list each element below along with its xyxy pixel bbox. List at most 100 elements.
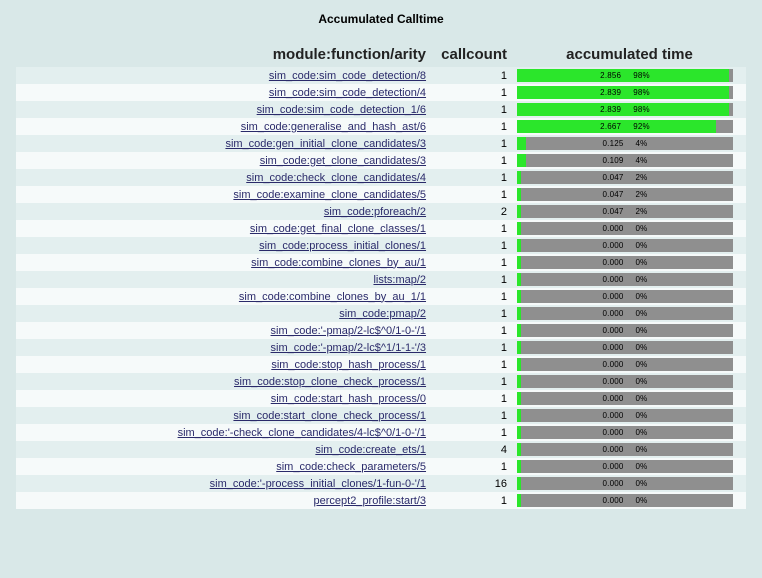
bar-pct-value: 0% [630,494,654,507]
bar-track: 0.0000% [517,443,733,456]
function-link[interactable]: sim_code:'-check_clone_candidates/4-lc$^… [178,427,426,439]
bar-track: 2.66792% [517,120,733,133]
bar-track: 0.0000% [517,307,733,320]
table-row: sim_code:combine_clones_by_au/110.0000% [16,254,746,271]
callcount-cell: 1 [432,186,513,203]
function-link[interactable]: sim_code:examine_clone_candidates/5 [233,189,426,201]
bar-time-value: 0.125 [597,137,630,150]
bar-time-value: 2.856 [594,69,627,82]
acctime-bar-cell: 0.0000% [513,271,746,288]
bar-pct-value: 0% [630,239,654,252]
function-link[interactable]: sim_code:pforeach/2 [324,206,426,218]
bar-time-value: 0.000 [597,341,630,354]
function-name-cell: sim_code:sim_code_detection/4 [16,84,432,101]
function-name-cell: sim_code:'-pmap/2-lc$^0/1-0-'/1 [16,322,432,339]
function-link[interactable]: lists:map/2 [373,274,426,286]
bar-time-value: 0.000 [597,307,630,320]
bar-pct-value: 0% [630,443,654,456]
bar-time-value: 2.667 [594,120,627,133]
function-link[interactable]: sim_code:check_clone_candidates/4 [246,172,426,184]
table-row: sim_code:sim_code_detection/812.85698% [16,67,746,84]
table-row: sim_code:pforeach/2 2 0.0472% [16,203,746,220]
function-link[interactable]: sim_code:process_initial_clones/1 [259,240,426,252]
callcount-cell: 1 [432,339,513,356]
function-link[interactable]: sim_code:start_hash_process/0 [271,393,426,405]
bar-label: 0.0000% [517,307,733,320]
bar-label: 0.0000% [517,358,733,371]
function-link[interactable]: sim_code:'-pmap/2-lc$^0/1-0-'/1 [271,325,426,337]
bar-label: 2.83998% [517,103,733,116]
function-link[interactable]: sim_code:create_ets/1 [315,444,426,456]
bar-label: 0.0000% [517,460,733,473]
table-row: sim_code:start_hash_process/010.0000% [16,390,746,407]
function-link[interactable]: sim_code:combine_clones_by_au/1 [251,257,426,269]
bar-track: 0.0000% [517,375,733,388]
function-name-cell: sim_code:'-check_clone_candidates/4-lc$^… [16,424,432,441]
bar-time-value: 0.000 [597,494,630,507]
bar-track: 0.0000% [517,256,733,269]
bar-track: 0.0000% [517,358,733,371]
function-link[interactable]: sim_code:stop_hash_process/1 [271,359,426,371]
bar-track: 0.0000% [517,426,733,439]
bar-pct-value: 98% [627,69,656,82]
function-link[interactable]: sim_code:get_final_clone_classes/1 [250,223,426,235]
acctime-bar-cell: 2.83998% [513,101,746,118]
callcount-cell: 1 [432,322,513,339]
function-link[interactable]: sim_code:generalise_and_hash_ast/6 [241,121,426,133]
bar-track: 0.1094% [517,154,733,167]
acctime-bar-cell: 0.0000% [513,288,746,305]
function-link[interactable]: sim_code:check_parameters/5 [276,461,426,473]
bar-pct-value: 0% [630,409,654,422]
bar-time-value: 0.047 [597,171,630,184]
bar-time-value: 0.000 [597,239,630,252]
bar-track: 2.83998% [517,86,733,99]
callcount-cell: 1 [432,390,513,407]
acctime-bar-cell: 0.0000% [513,441,746,458]
function-name-cell: sim_code:examine_clone_candidates/5 [16,186,432,203]
function-link[interactable]: sim_code:'-process_initial_clones/1-fun-… [210,478,426,490]
acctime-bar-cell: 0.0000% [513,424,746,441]
acctime-bar-cell: 0.0000% [513,254,746,271]
header-module: module:function/arity [16,44,432,67]
function-link[interactable]: sim_code:sim_code_detection_1/6 [257,104,426,116]
table-row: sim_code:check_clone_candidates/410.0472… [16,169,746,186]
function-link[interactable]: sim_code:stop_clone_check_process/1 [234,376,426,388]
function-name-cell: sim_code:process_initial_clones/1 [16,237,432,254]
bar-pct-value: 92% [627,120,656,133]
table-row: sim_code:stop_clone_check_process/110.00… [16,373,746,390]
bar-time-value: 0.000 [597,358,630,371]
acctime-bar-cell: 0.0472% [513,186,746,203]
function-name-cell: sim_code:get_final_clone_classes/1 [16,220,432,237]
header-callcount: callcount [432,44,513,67]
acctime-bar-cell: 0.0000% [513,339,746,356]
function-link[interactable]: sim_code:sim_code_detection/8 [269,70,426,82]
function-link[interactable]: percept2_profile:start/3 [314,495,427,507]
function-link[interactable]: sim_code:gen_initial_clone_candidates/3 [225,138,426,150]
bar-track: 2.83998% [517,103,733,116]
table-row: sim_code:gen_initial_clone_candidates/31… [16,135,746,152]
bar-label: 0.0472% [517,205,733,218]
function-link[interactable]: sim_code:combine_clones_by_au_1/1 [239,291,426,303]
bar-pct-value: 98% [627,86,656,99]
bar-track: 0.0000% [517,477,733,490]
callcount-cell: 4 [432,441,513,458]
function-link[interactable]: sim_code:pmap/2 [339,308,426,320]
bar-time-value: 0.000 [597,409,630,422]
function-name-cell: sim_code:check_parameters/5 [16,458,432,475]
callcount-cell: 1 [432,169,513,186]
bar-time-value: 0.109 [597,154,630,167]
bar-track: 0.0000% [517,460,733,473]
callcount-cell: 2 [432,203,513,220]
bar-label: 2.85698% [517,69,733,82]
function-link[interactable]: sim_code:start_clone_check_process/1 [233,410,426,422]
function-link[interactable]: sim_code:get_clone_candidates/3 [260,155,426,167]
table-row: sim_code:'-check_clone_candidates/4-lc$^… [16,424,746,441]
bar-pct-value: 0% [630,375,654,388]
function-name-cell: sim_code:pmap/2 [16,305,432,322]
bar-label: 0.0000% [517,477,733,490]
function-link[interactable]: sim_code:sim_code_detection/4 [269,87,426,99]
bar-track: 0.0000% [517,290,733,303]
bar-label: 2.66792% [517,120,733,133]
bar-time-value: 0.000 [597,375,630,388]
function-link[interactable]: sim_code:'-pmap/2-lc$^1/1-1-'/3 [271,342,426,354]
